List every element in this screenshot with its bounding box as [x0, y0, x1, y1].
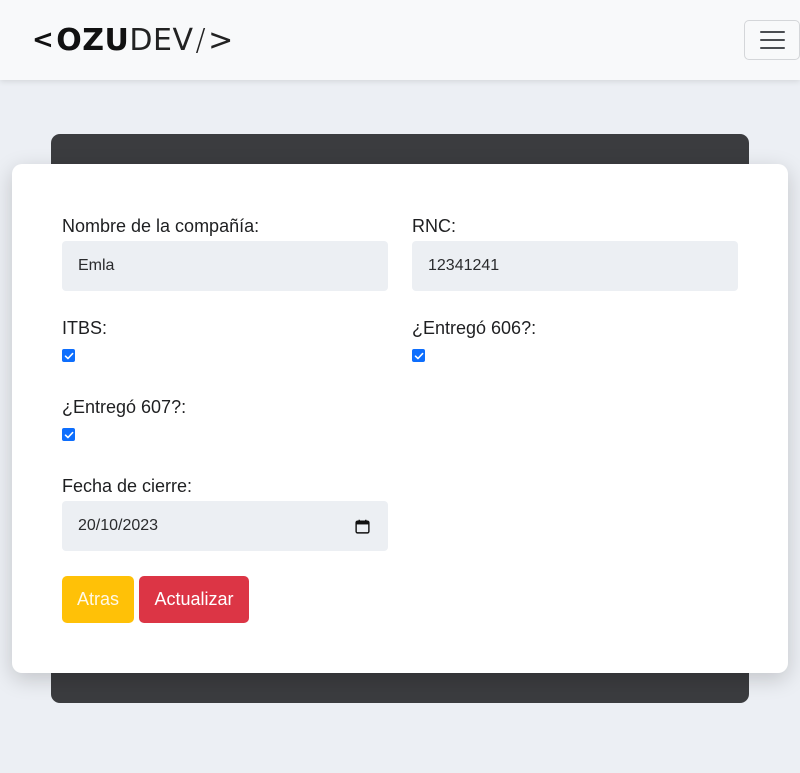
entrego-606-checkbox[interactable]: [412, 349, 425, 362]
rnc-label: RNC:: [412, 216, 456, 236]
company-name-label: Nombre de la compañía:: [62, 216, 260, 236]
checkmark-icon: [414, 352, 423, 359]
checkmark-icon: [64, 352, 73, 359]
itbs-checkbox[interactable]: [62, 349, 75, 362]
company-name-input[interactable]: Emla: [62, 241, 388, 291]
entrego-607-label: ¿Entregó 607?:: [62, 397, 187, 417]
itbs-label: ITBS:: [62, 318, 108, 338]
closing-date-label: Fecha de cierre:: [62, 476, 193, 496]
logo-slash: /: [195, 22, 207, 58]
navbar: < OZU DEV / >: [0, 0, 800, 80]
rnc-input[interactable]: 12341241: [412, 241, 738, 291]
closing-date-value: 20/10/2023: [78, 517, 159, 534]
logo-dev: DEV: [129, 22, 194, 58]
back-button[interactable]: Atras: [62, 576, 134, 623]
checkmark-icon: [64, 431, 73, 438]
entrego-606-label: ¿Entregó 606?:: [412, 318, 537, 338]
logo-lt: <: [32, 25, 55, 55]
logo-ozu: OZU: [56, 22, 130, 58]
hamburger-icon: [759, 31, 785, 33]
closing-date-input[interactable]: 20/10/2023: [62, 501, 388, 551]
hamburger-icon-line-2: [759, 39, 785, 41]
menu-toggle-button[interactable]: [744, 20, 800, 60]
brand-logo[interactable]: < OZU DEV / >: [32, 22, 234, 58]
entrego-607-checkbox[interactable]: [62, 428, 75, 441]
logo-gt: >: [208, 22, 234, 58]
calendar-icon[interactable]: [355, 519, 370, 534]
hamburger-icon-line-3: [759, 47, 785, 49]
update-button[interactable]: Actualizar: [139, 576, 249, 623]
